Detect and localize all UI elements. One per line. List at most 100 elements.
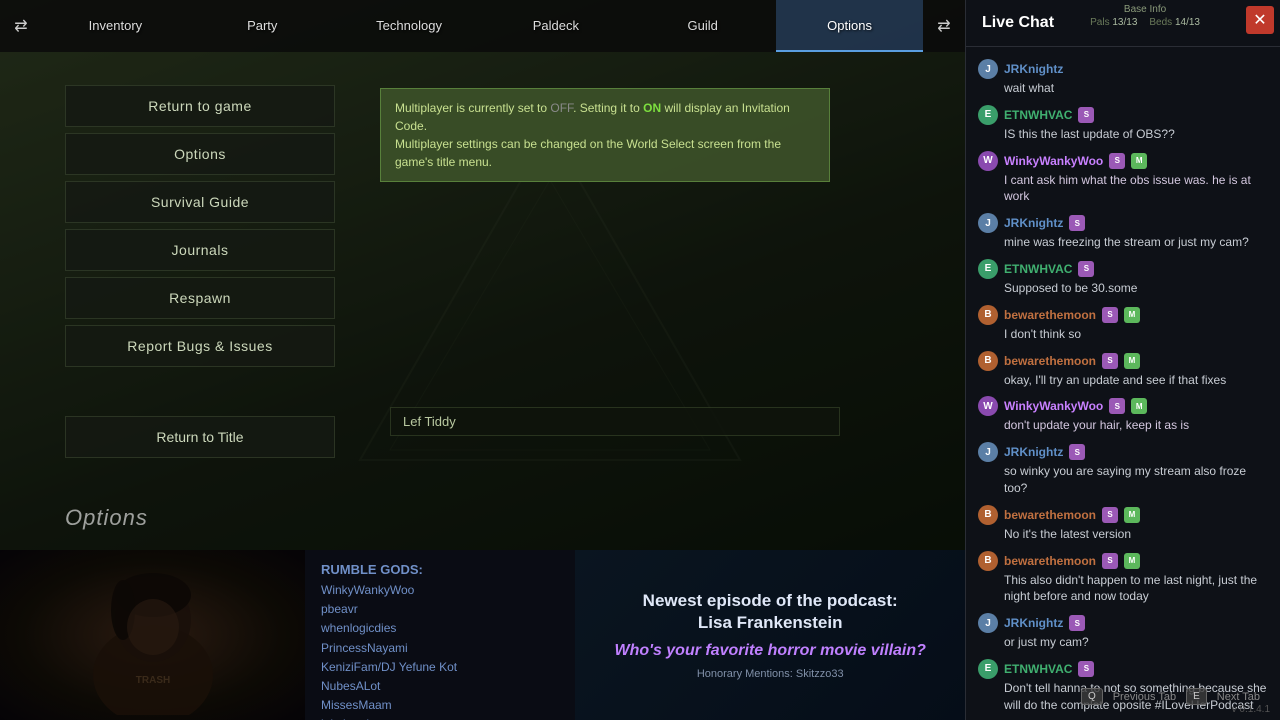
mod-badge: M (1124, 553, 1140, 569)
user-avatar: W (978, 396, 998, 416)
username: bewarethemoon (1004, 308, 1096, 322)
return-to-title-button[interactable]: Return to Title (65, 416, 335, 458)
chat-message: J JRKnightz S so winky you are saying my… (966, 438, 1280, 501)
message-text: No it's the latest version (978, 526, 1268, 543)
chat-message: B bewarethemoon SM No it's the latest ve… (966, 501, 1280, 547)
username: bewarethemoon (1004, 508, 1096, 522)
options-section-label: Options (65, 505, 148, 531)
username: WinkyWankyWoo (1004, 399, 1103, 413)
base-info: Base Info Pals 13/13 Beds 14/13 (1090, 4, 1200, 28)
respawn-button[interactable]: Respawn (65, 277, 335, 319)
username: bewarethemoon (1004, 554, 1096, 568)
chat-message: E ETNWHVAC S Supposed to be 30.some (966, 255, 1280, 301)
chat-message: W WinkyWankyWoo SM don't update your hai… (966, 392, 1280, 438)
tab-paldeck[interactable]: Paldeck (482, 0, 629, 52)
tab-options[interactable]: Options (776, 0, 923, 52)
mod-badge: M (1131, 398, 1147, 414)
mod-badge: M (1131, 153, 1147, 169)
podcast-title: Newest episode of the podcast:Lisa Frank… (643, 590, 898, 634)
mod-badge: M (1124, 307, 1140, 323)
chat-message: B bewarethemoon SM This also didn't happ… (966, 547, 1280, 610)
mod-badge: M (1124, 507, 1140, 523)
nav-helpers: Q Previous Tab E Next Tab (1081, 688, 1260, 705)
close-button[interactable]: ✕ (1246, 6, 1274, 34)
sub-badge: S (1078, 107, 1094, 123)
return-to-game-button[interactable]: Return to game (65, 85, 335, 127)
chat-message: B bewarethemoon SM I don't think so (966, 301, 1280, 347)
options-button[interactable]: Options (65, 133, 335, 175)
rumble-name-1: WinkyWankyWoo (321, 581, 559, 600)
user-avatar: J (978, 213, 998, 233)
user-avatar: J (978, 442, 998, 462)
sub-badge: S (1102, 307, 1118, 323)
rumble-name-8: jakehusdon (321, 715, 559, 720)
user-avatar: J (978, 613, 998, 633)
message-text: wait what (978, 80, 1268, 97)
rumble-name-3: whenlogicdies (321, 619, 559, 638)
rumble-gods-section: RUMBLE GODS: WinkyWankyWoo pbeavr whenlo… (305, 550, 575, 720)
sub-badge: S (1102, 553, 1118, 569)
nav-right-arrow[interactable]: ⇄ (923, 16, 965, 36)
username: JRKnightz (1004, 445, 1063, 459)
tab-inventory[interactable]: Inventory (42, 0, 189, 52)
user-avatar: W (978, 151, 998, 171)
notification-banner: Multiplayer is currently set to OFF. Set… (380, 88, 830, 182)
chat-message: W WinkyWankyWoo SM I cant ask him what t… (966, 147, 1280, 210)
message-text: don't update your hair, keep it as is (978, 417, 1268, 434)
sub-badge: S (1078, 261, 1094, 277)
user-avatar: B (978, 305, 998, 325)
message-text: This also didn't happen to me last night… (978, 572, 1268, 606)
message-text: mine was freezing the stream or just my … (978, 234, 1268, 251)
message-text: I cant ask him what the obs issue was. h… (978, 172, 1268, 206)
user-avatar: J (978, 59, 998, 79)
sub-badge: S (1069, 615, 1085, 631)
rumble-name-7: MissesMaam (321, 696, 559, 715)
username: ETNWHVAC (1004, 262, 1072, 276)
journals-button[interactable]: Journals (65, 229, 335, 271)
username: ETNWHVAC (1004, 662, 1072, 676)
prev-tab-key: Q (1081, 688, 1103, 705)
podcast-section: Newest episode of the podcast:Lisa Frank… (575, 550, 965, 720)
top-nav: ⇄ Inventory Party Technology Paldeck Gui… (0, 0, 965, 52)
streamer-cam: TRASH (0, 550, 305, 720)
menu-panel: Return to game Options Survival Guide Jo… (65, 85, 335, 367)
username: ETNWHVAC (1004, 108, 1072, 122)
message-text: Supposed to be 30.some (978, 280, 1268, 297)
mod-badge: M (1124, 353, 1140, 369)
podcast-question: Who's your favorite horror movie villain… (614, 642, 925, 660)
username: WinkyWankyWoo (1004, 154, 1103, 168)
sub-badge: S (1102, 353, 1118, 369)
rumble-gods-title: RUMBLE GODS: (321, 562, 559, 577)
sub-badge: S (1078, 661, 1094, 677)
rumble-name-5: KeniziFam/DJ Yefune Kot (321, 658, 559, 677)
rumble-name-4: PrincessNayami (321, 639, 559, 658)
chat-message: J JRKnightz S mine was freezing the stre… (966, 209, 1280, 255)
sub-badge: S (1109, 398, 1125, 414)
tab-technology[interactable]: Technology (336, 0, 483, 52)
user-avatar: E (978, 259, 998, 279)
sub-badge: S (1069, 215, 1085, 231)
message-text: I don't think so (978, 326, 1268, 343)
on-text: ON (643, 101, 661, 115)
user-avatar: E (978, 105, 998, 125)
bottom-stream-area: TRASH RUMBLE GODS: WinkyWankyWoo pbeavr … (0, 550, 965, 720)
username: JRKnightz (1004, 216, 1063, 230)
nav-left-arrow[interactable]: ⇄ (0, 16, 42, 36)
chat-title: Live Chat (982, 14, 1054, 32)
tab-guild[interactable]: Guild (629, 0, 776, 52)
chat-messages: J JRKnightz wait what E ETNWHVAC S IS th… (966, 47, 1280, 720)
tab-party[interactable]: Party (189, 0, 336, 52)
version-label: v 0.1.4.1 (1232, 704, 1270, 715)
user-avatar: B (978, 551, 998, 571)
survival-guide-button[interactable]: Survival Guide (65, 181, 335, 223)
chat-message: J JRKnightz S or just my cam? (966, 609, 1280, 655)
message-text: okay, I'll try an update and see if that… (978, 372, 1268, 389)
report-bugs-button[interactable]: Report Bugs & Issues (65, 325, 335, 367)
sub-badge: S (1109, 153, 1125, 169)
rumble-name-2: pbeavr (321, 600, 559, 619)
username: JRKnightz (1004, 616, 1063, 630)
username: bewarethemoon (1004, 354, 1096, 368)
honorary-mentions: Honorary Mentions: Skitzzo33 (697, 668, 844, 680)
sub-badge: S (1069, 444, 1085, 460)
chat-message: J JRKnightz wait what (966, 55, 1280, 101)
